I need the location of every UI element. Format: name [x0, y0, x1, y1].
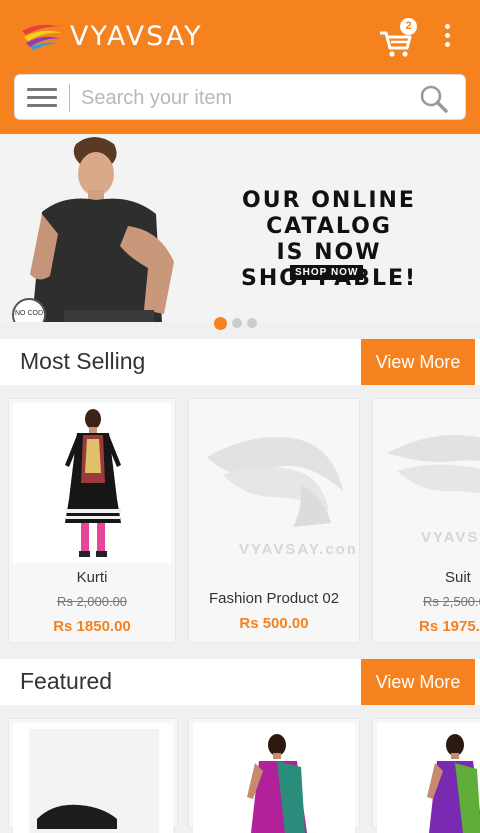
logo-icon	[22, 24, 62, 50]
product-name: Suit	[445, 569, 471, 586]
search-bar	[14, 74, 466, 120]
product-image	[13, 723, 173, 833]
product-card[interactable]: VYAVS Suit Rs 2,500.0 Rs 1975.	[372, 398, 480, 643]
banner-model-image	[24, 134, 180, 322]
product-name: Kurti	[76, 569, 108, 586]
cart-count-badge: 2	[400, 18, 417, 35]
saree-image	[427, 734, 480, 833]
app-header: VYAVSAY 2	[0, 0, 480, 134]
search-icon[interactable]	[419, 84, 449, 114]
most-selling-header: Most Selling View More	[0, 339, 480, 385]
search-input[interactable]	[81, 83, 411, 113]
carousel-dot-2[interactable]	[232, 318, 242, 328]
product-image	[13, 403, 171, 563]
watermark-text: VYAVS	[421, 529, 480, 546]
product-name: Fashion Product 02	[208, 590, 340, 607]
shoe-image	[29, 729, 159, 833]
product-image: VYAVSAY.com	[193, 403, 355, 563]
placeholder-logo-image	[207, 437, 343, 527]
section-title: Most Selling	[20, 348, 146, 374]
hamburger-menu-icon[interactable]	[27, 88, 57, 108]
carousel-indicator	[214, 317, 262, 330]
kurti-image	[65, 409, 121, 557]
watermark-text: VYAVSAY.com	[239, 541, 355, 558]
featured-header: Featured View More	[0, 659, 480, 705]
product-old-price: Rs 2,000.00	[56, 594, 128, 609]
view-more-button[interactable]: View More	[361, 339, 475, 385]
carousel-dot-1[interactable]	[214, 317, 227, 330]
product-card[interactable]: VYAVSAY.com Fashion Product 02 Rs 500.00	[188, 398, 360, 643]
product-card[interactable]: Kurti Rs 2,000.00 Rs 1850.00	[8, 398, 176, 643]
product-image	[377, 723, 480, 833]
product-card[interactable]	[188, 718, 360, 833]
product-price: Rs 500.00	[239, 615, 309, 632]
product-card[interactable]	[8, 718, 178, 833]
brand-logo[interactable]: VYAVSAY	[20, 18, 203, 54]
product-price: Rs 1975.	[419, 618, 480, 635]
search-divider	[69, 84, 70, 112]
promo-banner[interactable]: NO COD OUR ONLINE CATALOG IS NOW SHOPPAB…	[0, 134, 480, 322]
product-card[interactable]	[372, 718, 480, 833]
shop-now-button[interactable]: SHOP NOW	[290, 265, 364, 280]
view-more-button[interactable]: View More	[361, 659, 475, 705]
product-image: VYAVS	[377, 403, 480, 563]
brand-name: VYAVSAY	[70, 20, 203, 52]
banner-headline-line1: OUR ONLINE CATALOG	[242, 188, 416, 239]
carousel-dot-3[interactable]	[247, 318, 257, 328]
product-old-price: Rs 2,500.0	[423, 594, 480, 609]
product-price: Rs 1850.00	[53, 618, 131, 635]
saree-image	[247, 734, 307, 833]
product-image	[193, 723, 355, 833]
overflow-menu-icon[interactable]	[440, 24, 454, 52]
section-title: Featured	[20, 668, 113, 694]
